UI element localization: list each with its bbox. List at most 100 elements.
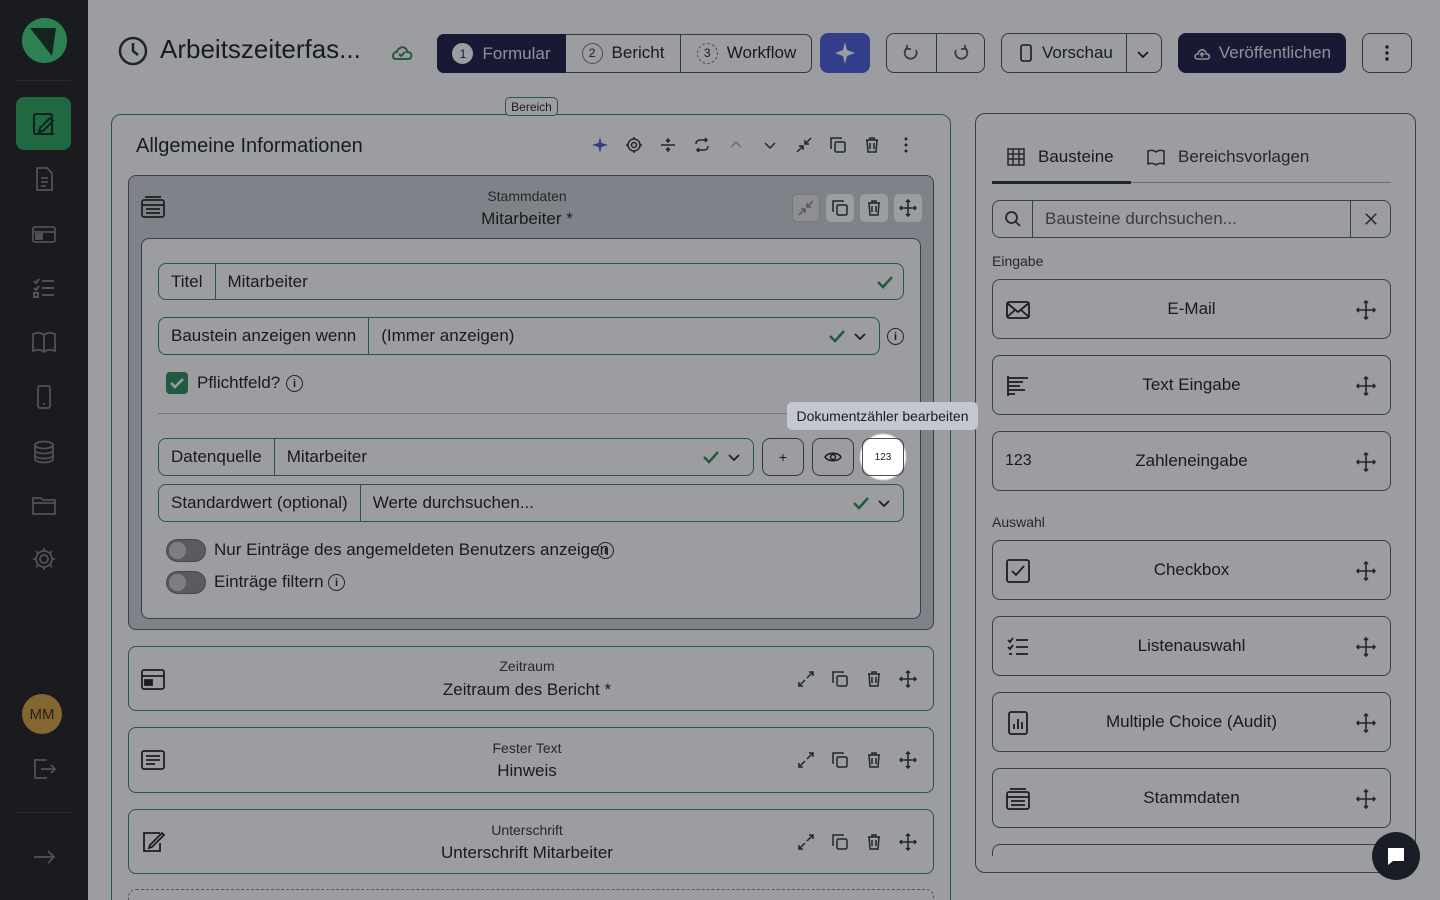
- info-icon[interactable]: i: [328, 574, 345, 591]
- block-type-label: Stammdaten: [487, 188, 567, 204]
- add-datasource-button[interactable]: +: [762, 438, 804, 476]
- sidebar-item-editor[interactable]: [16, 97, 71, 150]
- block-toolbar: [792, 828, 922, 856]
- chevron-down-icon[interactable]: [1135, 46, 1151, 62]
- number-icon: 123: [1005, 452, 1032, 469]
- undo-icon[interactable]: [901, 43, 921, 63]
- signature-icon: [140, 830, 166, 854]
- move-icon[interactable]: [894, 194, 922, 222]
- move-icon[interactable]: [894, 828, 922, 856]
- tab-workflow[interactable]: 3 Workflow: [681, 34, 812, 72]
- more-menu-button[interactable]: [1362, 33, 1412, 73]
- ai-assist-button[interactable]: [820, 33, 870, 73]
- titel-field[interactable]: Titel Mitarbeiter: [158, 263, 904, 300]
- preview-button[interactable]: Vorschau: [1001, 33, 1162, 73]
- document-counter-button[interactable]: 123: [862, 438, 904, 476]
- chat-button[interactable]: [1372, 832, 1420, 880]
- repeat-icon[interactable]: [688, 131, 716, 159]
- sidebar-item-cards[interactable]: [16, 207, 71, 260]
- sidebar-item-mobile[interactable]: [16, 370, 71, 423]
- expand-icon[interactable]: [792, 746, 820, 774]
- sidebar-item-settings[interactable]: [16, 532, 71, 585]
- tab-label: Bericht: [611, 43, 665, 62]
- filter-entries-toggle[interactable]: [166, 571, 206, 594]
- component-multiple-choice[interactable]: Multiple Choice (Audit): [992, 692, 1391, 752]
- component-number-input[interactable]: 123 Zahleneingabe: [992, 431, 1391, 491]
- trash-icon[interactable]: [860, 665, 888, 693]
- close-icon[interactable]: [1350, 201, 1390, 237]
- component-checkbox[interactable]: Checkbox: [992, 540, 1391, 600]
- sidebar-item-database[interactable]: [16, 425, 71, 478]
- collapse-icon[interactable]: [792, 194, 820, 222]
- move-icon[interactable]: [1354, 559, 1378, 583]
- move-icon[interactable]: [1354, 635, 1378, 659]
- trash-icon[interactable]: [858, 131, 886, 159]
- move-icon[interactable]: [1354, 450, 1378, 474]
- component-search[interactable]: Bausteine durchsuchen...: [992, 200, 1391, 238]
- calendar-card-icon: [140, 666, 166, 692]
- tab-bereichsvorlagen[interactable]: Bereichsvorlagen: [1146, 147, 1309, 167]
- datasource-select[interactable]: Datenquelle Mitarbeiter: [158, 438, 754, 476]
- tab-bausteine[interactable]: Bausteine: [1006, 147, 1114, 167]
- chat-icon: [1385, 845, 1407, 867]
- duplicate-icon[interactable]: [826, 194, 854, 222]
- kebab-icon[interactable]: [892, 131, 920, 159]
- duplicate-icon[interactable]: [826, 828, 854, 856]
- duplicate-icon[interactable]: [826, 665, 854, 693]
- own-entries-toggle[interactable]: [166, 539, 206, 562]
- collapse-icon[interactable]: [790, 131, 818, 159]
- required-checkbox[interactable]: [166, 372, 188, 394]
- component-next-partial: [992, 844, 1391, 856]
- trash-icon[interactable]: [860, 828, 888, 856]
- duplicate-icon[interactable]: [826, 746, 854, 774]
- expand-icon[interactable]: [792, 828, 820, 856]
- condition-select[interactable]: Baustein anzeigen wenn (Immer anzeigen): [158, 317, 880, 355]
- component-label: E-Mail: [1167, 299, 1216, 318]
- sidebar-item-docs[interactable]: [16, 315, 71, 368]
- sidebar-item-reports[interactable]: [16, 152, 71, 205]
- info-icon[interactable]: i: [286, 375, 303, 392]
- clock-icon: [117, 35, 149, 67]
- view-datasource-button[interactable]: [812, 438, 854, 476]
- publish-button[interactable]: Veröffentlichen: [1178, 33, 1346, 73]
- trash-icon[interactable]: [860, 194, 888, 222]
- chevron-up-icon[interactable]: [722, 131, 750, 159]
- section-tab: Bereich: [505, 97, 558, 116]
- cloud-saved-icon: [390, 42, 414, 62]
- redo-icon[interactable]: [951, 43, 971, 63]
- check-icon: [701, 447, 721, 467]
- sparkle-icon[interactable]: [586, 131, 614, 159]
- component-list-select[interactable]: Listenauswahl: [992, 616, 1391, 676]
- tab-formular[interactable]: 1 Formular: [437, 34, 566, 73]
- component-text-input[interactable]: Text Eingabe: [992, 355, 1391, 415]
- sidebar-item-files[interactable]: [16, 478, 71, 531]
- block-name: Hinweis: [497, 761, 557, 780]
- component-stammdaten[interactable]: Stammdaten: [992, 768, 1391, 828]
- logout-icon[interactable]: [16, 742, 71, 795]
- default-value-select[interactable]: Standardwert (optional) Werte durchsuche…: [158, 484, 904, 522]
- divider: [1126, 34, 1127, 72]
- info-icon[interactable]: i: [597, 542, 614, 559]
- trash-icon[interactable]: [860, 746, 888, 774]
- info-icon[interactable]: i: [887, 328, 904, 345]
- move-icon[interactable]: [1354, 711, 1378, 735]
- expand-icon[interactable]: [792, 665, 820, 693]
- move-icon[interactable]: [1354, 374, 1378, 398]
- sidebar-item-checklists[interactable]: [16, 261, 71, 314]
- collapse-vertical-icon[interactable]: [654, 131, 682, 159]
- block-type-label: Fester Text: [492, 740, 562, 756]
- duplicate-icon[interactable]: [824, 131, 852, 159]
- tab-bericht[interactable]: 2 Bericht: [566, 34, 681, 72]
- avatar[interactable]: MM: [22, 694, 62, 734]
- gear-icon[interactable]: [620, 131, 648, 159]
- move-icon[interactable]: [1354, 787, 1378, 811]
- move-icon[interactable]: [894, 665, 922, 693]
- component-email[interactable]: E-Mail: [992, 279, 1391, 339]
- app-logo[interactable]: [22, 18, 67, 63]
- expand-sidebar-icon[interactable]: [16, 830, 71, 883]
- chevron-down-icon[interactable]: [756, 131, 784, 159]
- move-icon[interactable]: [1354, 298, 1378, 322]
- titel-value: Mitarbeiter: [227, 271, 308, 291]
- move-icon[interactable]: [894, 746, 922, 774]
- search-input[interactable]: Bausteine durchsuchen...: [1033, 209, 1350, 229]
